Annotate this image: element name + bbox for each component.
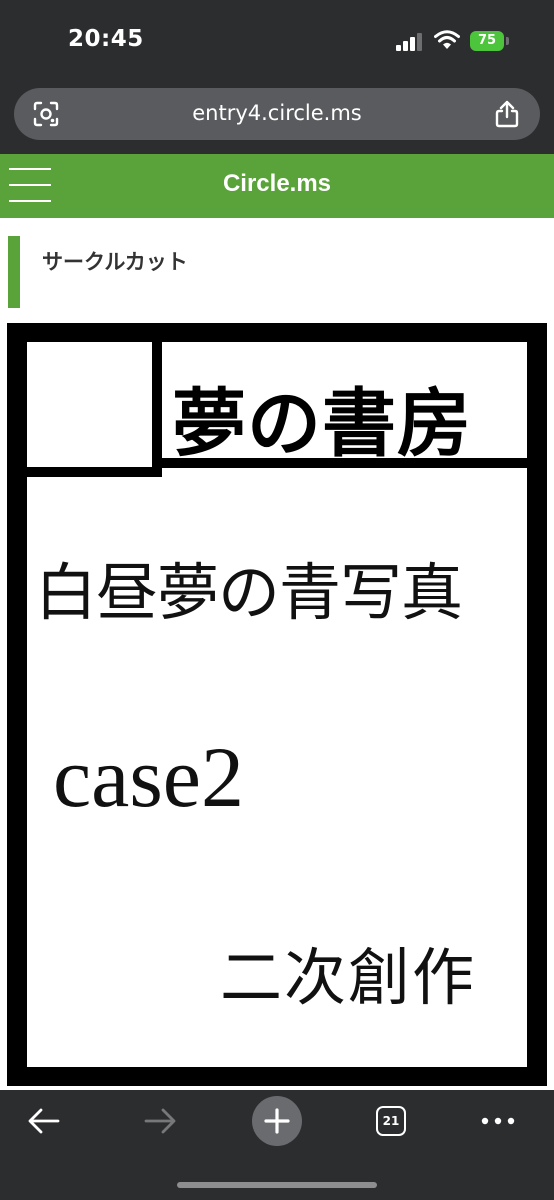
tabs-icon[interactable]: 21 bbox=[376, 1106, 406, 1136]
status-time: 20:45 bbox=[68, 26, 144, 52]
browser-address-area: entry4.circle.ms bbox=[0, 82, 554, 154]
share-icon[interactable] bbox=[493, 99, 521, 129]
forward-arrow-icon[interactable] bbox=[142, 1106, 178, 1136]
cut-subtitle: case2 bbox=[53, 729, 244, 825]
browser-toolbar: 21 bbox=[0, 1090, 554, 1200]
cut-title: 白昼夢の青写真 bbox=[35, 556, 463, 629]
section-accent-bar bbox=[8, 236, 20, 308]
cut-genre: 二次創作 bbox=[220, 941, 477, 1014]
wifi-icon bbox=[434, 30, 460, 49]
circle-cut-canvas: 夢の書房 白昼夢の青写真 case2 二次創作 bbox=[27, 342, 527, 1067]
back-arrow-icon[interactable] bbox=[26, 1106, 62, 1136]
battery-icon: 75 bbox=[470, 31, 504, 51]
signal-icon bbox=[396, 33, 422, 51]
address-bar[interactable]: entry4.circle.ms bbox=[14, 88, 540, 140]
circle-name: 夢の書房 bbox=[172, 381, 472, 467]
site-logo[interactable]: Circle.ms bbox=[0, 170, 554, 198]
home-indicator bbox=[177, 1182, 377, 1188]
site-header: Circle.ms bbox=[0, 154, 554, 218]
battery-nub bbox=[506, 37, 509, 45]
url-text[interactable]: entry4.circle.ms bbox=[14, 101, 540, 125]
section-title: サークルカット bbox=[42, 250, 188, 274]
status-bar: 20:45 75 bbox=[0, 0, 554, 82]
circle-cut-image: 夢の書房 白昼夢の青写真 case2 二次創作 bbox=[7, 323, 547, 1086]
new-tab-button[interactable] bbox=[252, 1096, 302, 1146]
space-number-box bbox=[27, 342, 162, 477]
more-icon[interactable] bbox=[480, 1116, 516, 1126]
plus-icon bbox=[264, 1108, 290, 1134]
